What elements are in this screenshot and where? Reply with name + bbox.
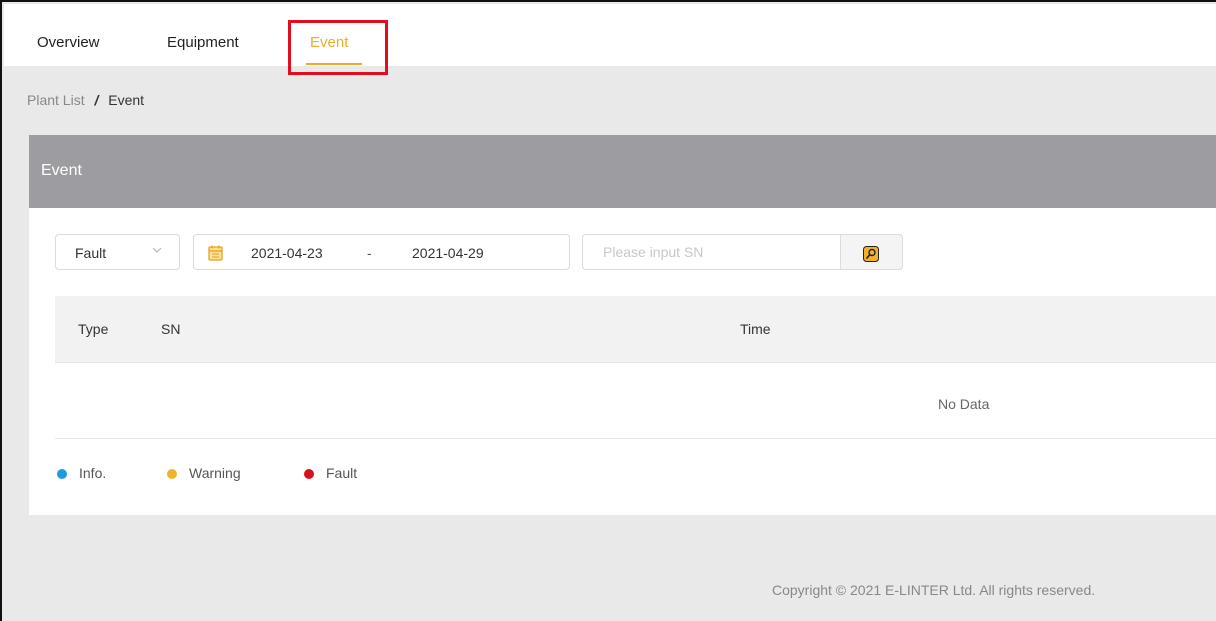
event-type-select[interactable]: Fault <box>55 234 180 270</box>
calendar-icon <box>208 245 223 261</box>
date-range-picker[interactable]: 2021-04-23 - 2021-04-29 <box>193 234 570 270</box>
info-dot-icon <box>57 469 67 479</box>
legend-label-fault: Fault <box>326 465 358 481</box>
sn-search-input[interactable] <box>582 234 840 270</box>
breadcrumb-plant-list[interactable]: Plant List <box>27 92 85 108</box>
end-date[interactable]: 2021-04-29 <box>412 245 484 261</box>
app-frame: Overview Equipment Event Plant List / Ev… <box>0 0 1216 621</box>
empty-state-text: No Data <box>938 396 990 412</box>
legend-item-warning: Warning <box>167 465 241 481</box>
copyright-text: Copyright © 2021 E-LINTER Ltd. All right… <box>772 582 1096 598</box>
chevron-down-icon <box>152 247 162 253</box>
column-header-time: Time <box>740 321 771 337</box>
panel-header: Event <box>29 135 1216 208</box>
search-button[interactable] <box>840 234 903 270</box>
tab-overview[interactable]: Overview <box>37 34 100 51</box>
breadcrumb-separator: / <box>94 92 99 108</box>
breadcrumb: Plant List / Event <box>27 92 144 108</box>
start-date[interactable]: 2021-04-23 <box>251 245 323 261</box>
legend-label-warning: Warning <box>189 465 241 481</box>
date-range-separator: - <box>367 245 372 261</box>
active-tab-indicator <box>306 63 362 65</box>
breadcrumb-current: Event <box>108 92 145 108</box>
top-nav-bar: Overview Equipment Event <box>4 4 1216 66</box>
event-type-value: Fault <box>75 245 107 261</box>
tab-equipment[interactable]: Equipment <box>167 34 239 51</box>
column-header-type: Type <box>78 321 109 337</box>
panel-title: Event <box>41 162 82 179</box>
warning-dot-icon <box>167 469 177 479</box>
legend-item-info: Info. <box>57 465 106 481</box>
legend-item-fault: Fault <box>304 465 357 481</box>
tab-event[interactable]: Event <box>310 34 348 51</box>
event-panel: Event Fault 2021-04-23 - 2021-04-29 Plea… <box>29 135 1216 515</box>
table-empty-row: No Data <box>55 364 1216 439</box>
search-icon <box>863 246 879 262</box>
legend-label-info: Info. <box>79 465 107 481</box>
fault-dot-icon <box>304 469 314 479</box>
column-header-sn: SN <box>161 321 181 337</box>
table-header: Type SN Time <box>55 296 1216 363</box>
